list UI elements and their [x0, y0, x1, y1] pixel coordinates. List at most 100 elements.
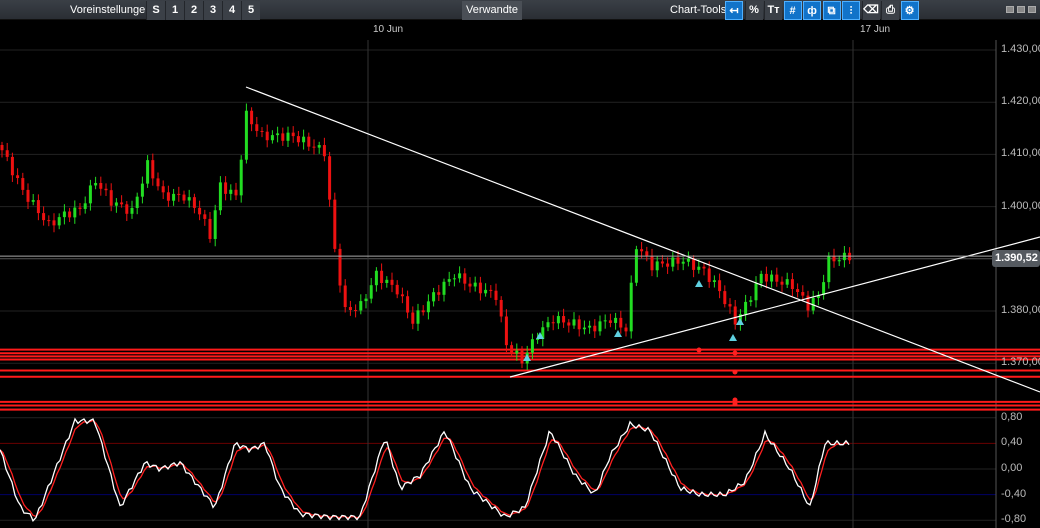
candle [26, 189, 30, 202]
candle [83, 203, 87, 209]
candle [499, 299, 503, 317]
candle [504, 316, 508, 346]
candle [780, 281, 784, 285]
candle [666, 263, 670, 267]
candle [187, 197, 191, 201]
candle [208, 218, 212, 239]
candle [489, 289, 493, 291]
candle [270, 135, 274, 141]
candle [317, 145, 321, 148]
candle [109, 190, 113, 206]
candle [411, 312, 415, 324]
candle [515, 350, 519, 354]
candle [676, 257, 680, 264]
candle [354, 310, 358, 312]
candle [484, 289, 488, 294]
candle [224, 182, 228, 194]
signal-marker-icon [729, 334, 737, 341]
candle [364, 298, 368, 302]
last-price-label: 1.390,52 [992, 250, 1040, 267]
candle [198, 207, 202, 215]
candle [421, 310, 425, 313]
candle [161, 186, 165, 193]
candle [78, 207, 82, 209]
candle [588, 325, 592, 328]
candle [447, 279, 451, 282]
candle [385, 279, 389, 284]
candle [255, 124, 259, 131]
candle [458, 273, 462, 279]
candle [333, 199, 337, 249]
candle [629, 282, 633, 332]
candle [733, 306, 737, 325]
oscillator-axis-label: -0,40 [1001, 487, 1027, 500]
candle [749, 300, 753, 302]
signal-marker-icon [695, 280, 703, 287]
candle [239, 159, 243, 196]
candle [473, 282, 477, 287]
price-axis-label: 1.400,00 [1001, 199, 1040, 212]
price-chart[interactable] [0, 0, 1040, 528]
signal-dot [732, 350, 738, 356]
candle [416, 310, 420, 324]
candle [140, 183, 144, 197]
candle [801, 292, 805, 296]
candle [312, 146, 316, 148]
candle [536, 338, 540, 340]
candle [650, 255, 654, 271]
candle [374, 270, 378, 286]
candle [296, 136, 300, 143]
candle [73, 207, 77, 218]
candle [785, 279, 789, 285]
candle [754, 283, 758, 301]
candle [640, 249, 644, 252]
candle [400, 294, 404, 297]
candle [832, 255, 836, 262]
candle [655, 261, 659, 271]
candle [494, 290, 498, 300]
candle [5, 150, 9, 157]
candle [759, 273, 763, 284]
candle [624, 327, 628, 332]
signal-dot [732, 401, 738, 407]
candle [302, 136, 306, 143]
candle [104, 188, 108, 191]
candle [244, 110, 248, 160]
candle [57, 217, 61, 226]
candle [614, 317, 618, 323]
candle [442, 281, 446, 295]
oscillator-axis-label: 0,00 [1001, 462, 1023, 474]
candle [250, 110, 254, 125]
candle [796, 289, 800, 293]
candle [593, 325, 597, 332]
candle [94, 182, 98, 186]
candle [229, 189, 233, 194]
candle [822, 282, 826, 296]
candle [572, 319, 576, 326]
price-axis-label: 1.420,00 [1001, 95, 1040, 108]
candle [426, 301, 430, 313]
candle [608, 320, 612, 323]
candle [380, 270, 384, 284]
candle [307, 136, 311, 147]
candle [68, 211, 72, 218]
candle [156, 178, 160, 187]
candle [328, 156, 332, 200]
candle [634, 249, 638, 283]
candle [260, 130, 264, 132]
signal-marker-icon [523, 354, 531, 361]
candle [120, 202, 124, 205]
candle [52, 220, 56, 226]
candle [348, 307, 352, 311]
candle [62, 211, 66, 218]
oscillator-axis-label: 0,80 [1001, 410, 1023, 423]
candle [135, 196, 139, 208]
oscillator-axis-label: -0,80 [1001, 513, 1027, 526]
candle [582, 327, 586, 330]
oscillator-axis-label: 0,40 [1001, 436, 1023, 449]
signal-dot [696, 347, 702, 353]
candle [837, 260, 841, 262]
candle [686, 258, 690, 262]
signal-dot [732, 369, 738, 375]
trendline-down [245, 86, 1040, 393]
